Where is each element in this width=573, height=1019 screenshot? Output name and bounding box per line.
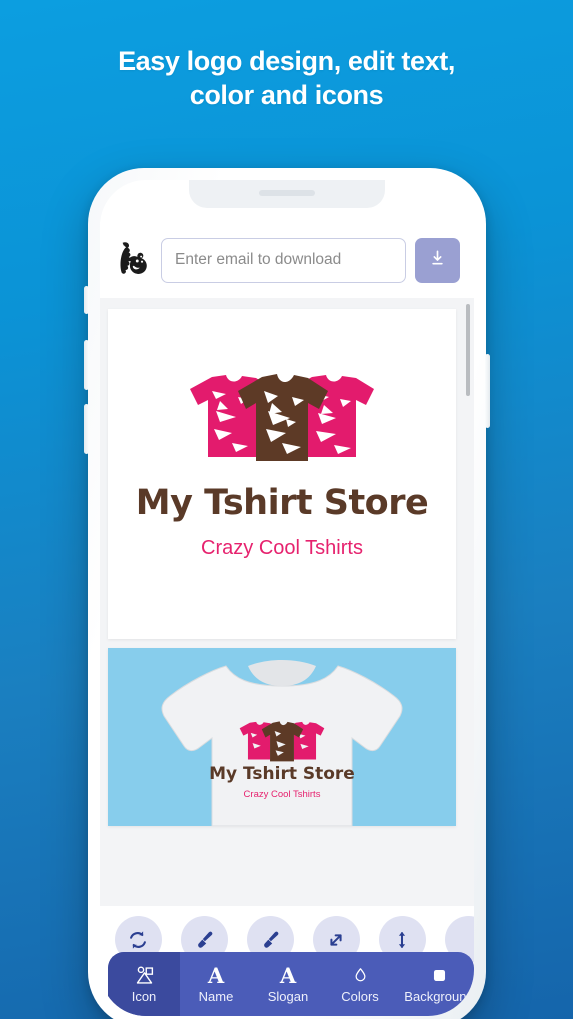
three-tshirts-icon[interactable] [182,371,382,463]
promo-headline-line-1: Easy logo design, edit text, [118,46,455,76]
phone-volume-up-button[interactable] [84,340,89,390]
logo-canvas-area[interactable]: My Tshirt Store Crazy Cool Tshirts My Ts… [100,298,474,906]
letter-a-icon: A [207,962,225,988]
nav-item-slogan[interactable]: A Slogan [252,952,324,1016]
app-header [100,222,474,298]
svg-text:My Tshirt Store: My Tshirt Store [209,764,355,784]
phone-notch [189,180,385,208]
nav-item-icon-label: Icon [131,989,157,1004]
phone-silent-switch[interactable] [84,286,89,314]
logo-slogan-text[interactable]: Crazy Cool Tshirts [108,537,456,560]
phone-frame: My Tshirt Store Crazy Cool Tshirts [84,168,490,1019]
phone-volume-down-button[interactable] [84,404,89,454]
logo-title-text[interactable]: My Tshirt Store [108,483,456,523]
image-shapes-icon [134,964,155,986]
download-button[interactable] [415,237,460,283]
promo-headline: Easy logo design, edit text, color and i… [0,44,573,113]
svg-text:Crazy Cool Tshirts: Crazy Cool Tshirts [244,789,321,800]
download-icon [428,249,447,271]
phone-power-button[interactable] [485,354,490,428]
earpiece-speaker-icon [259,190,315,196]
nav-item-background[interactable]: Background [396,952,474,1016]
droplet-icon [351,964,370,986]
tshirt-mockup-card[interactable]: My Tshirt Store Crazy Cool Tshirts [108,648,456,826]
phone-screen: My Tshirt Store Crazy Cool Tshirts [100,180,474,1016]
bottom-navigation: Icon A Name A Slogan Colors Background [108,952,474,1016]
nav-item-name-label: Name [198,989,234,1004]
nav-item-colors-label: Colors [341,989,379,1004]
square-icon [430,964,449,986]
letter-a-icon: A [279,962,297,988]
logo-preview-card[interactable]: My Tshirt Store Crazy Cool Tshirts [108,309,456,639]
promo-headline-line-2: color and icons [189,80,384,111]
email-input[interactable] [161,237,406,283]
nav-item-background-label: Background [404,989,474,1004]
nav-item-name[interactable]: A Name [180,952,252,1016]
scrollbar-thumb[interactable] [466,304,470,396]
nav-item-icon[interactable]: Icon [108,952,180,1016]
vertical-scrollbar[interactable] [466,304,470,894]
nav-item-slogan-label: Slogan [267,989,309,1004]
mascot-logo-icon[interactable] [114,240,152,280]
nav-item-colors[interactable]: Colors [324,952,396,1016]
